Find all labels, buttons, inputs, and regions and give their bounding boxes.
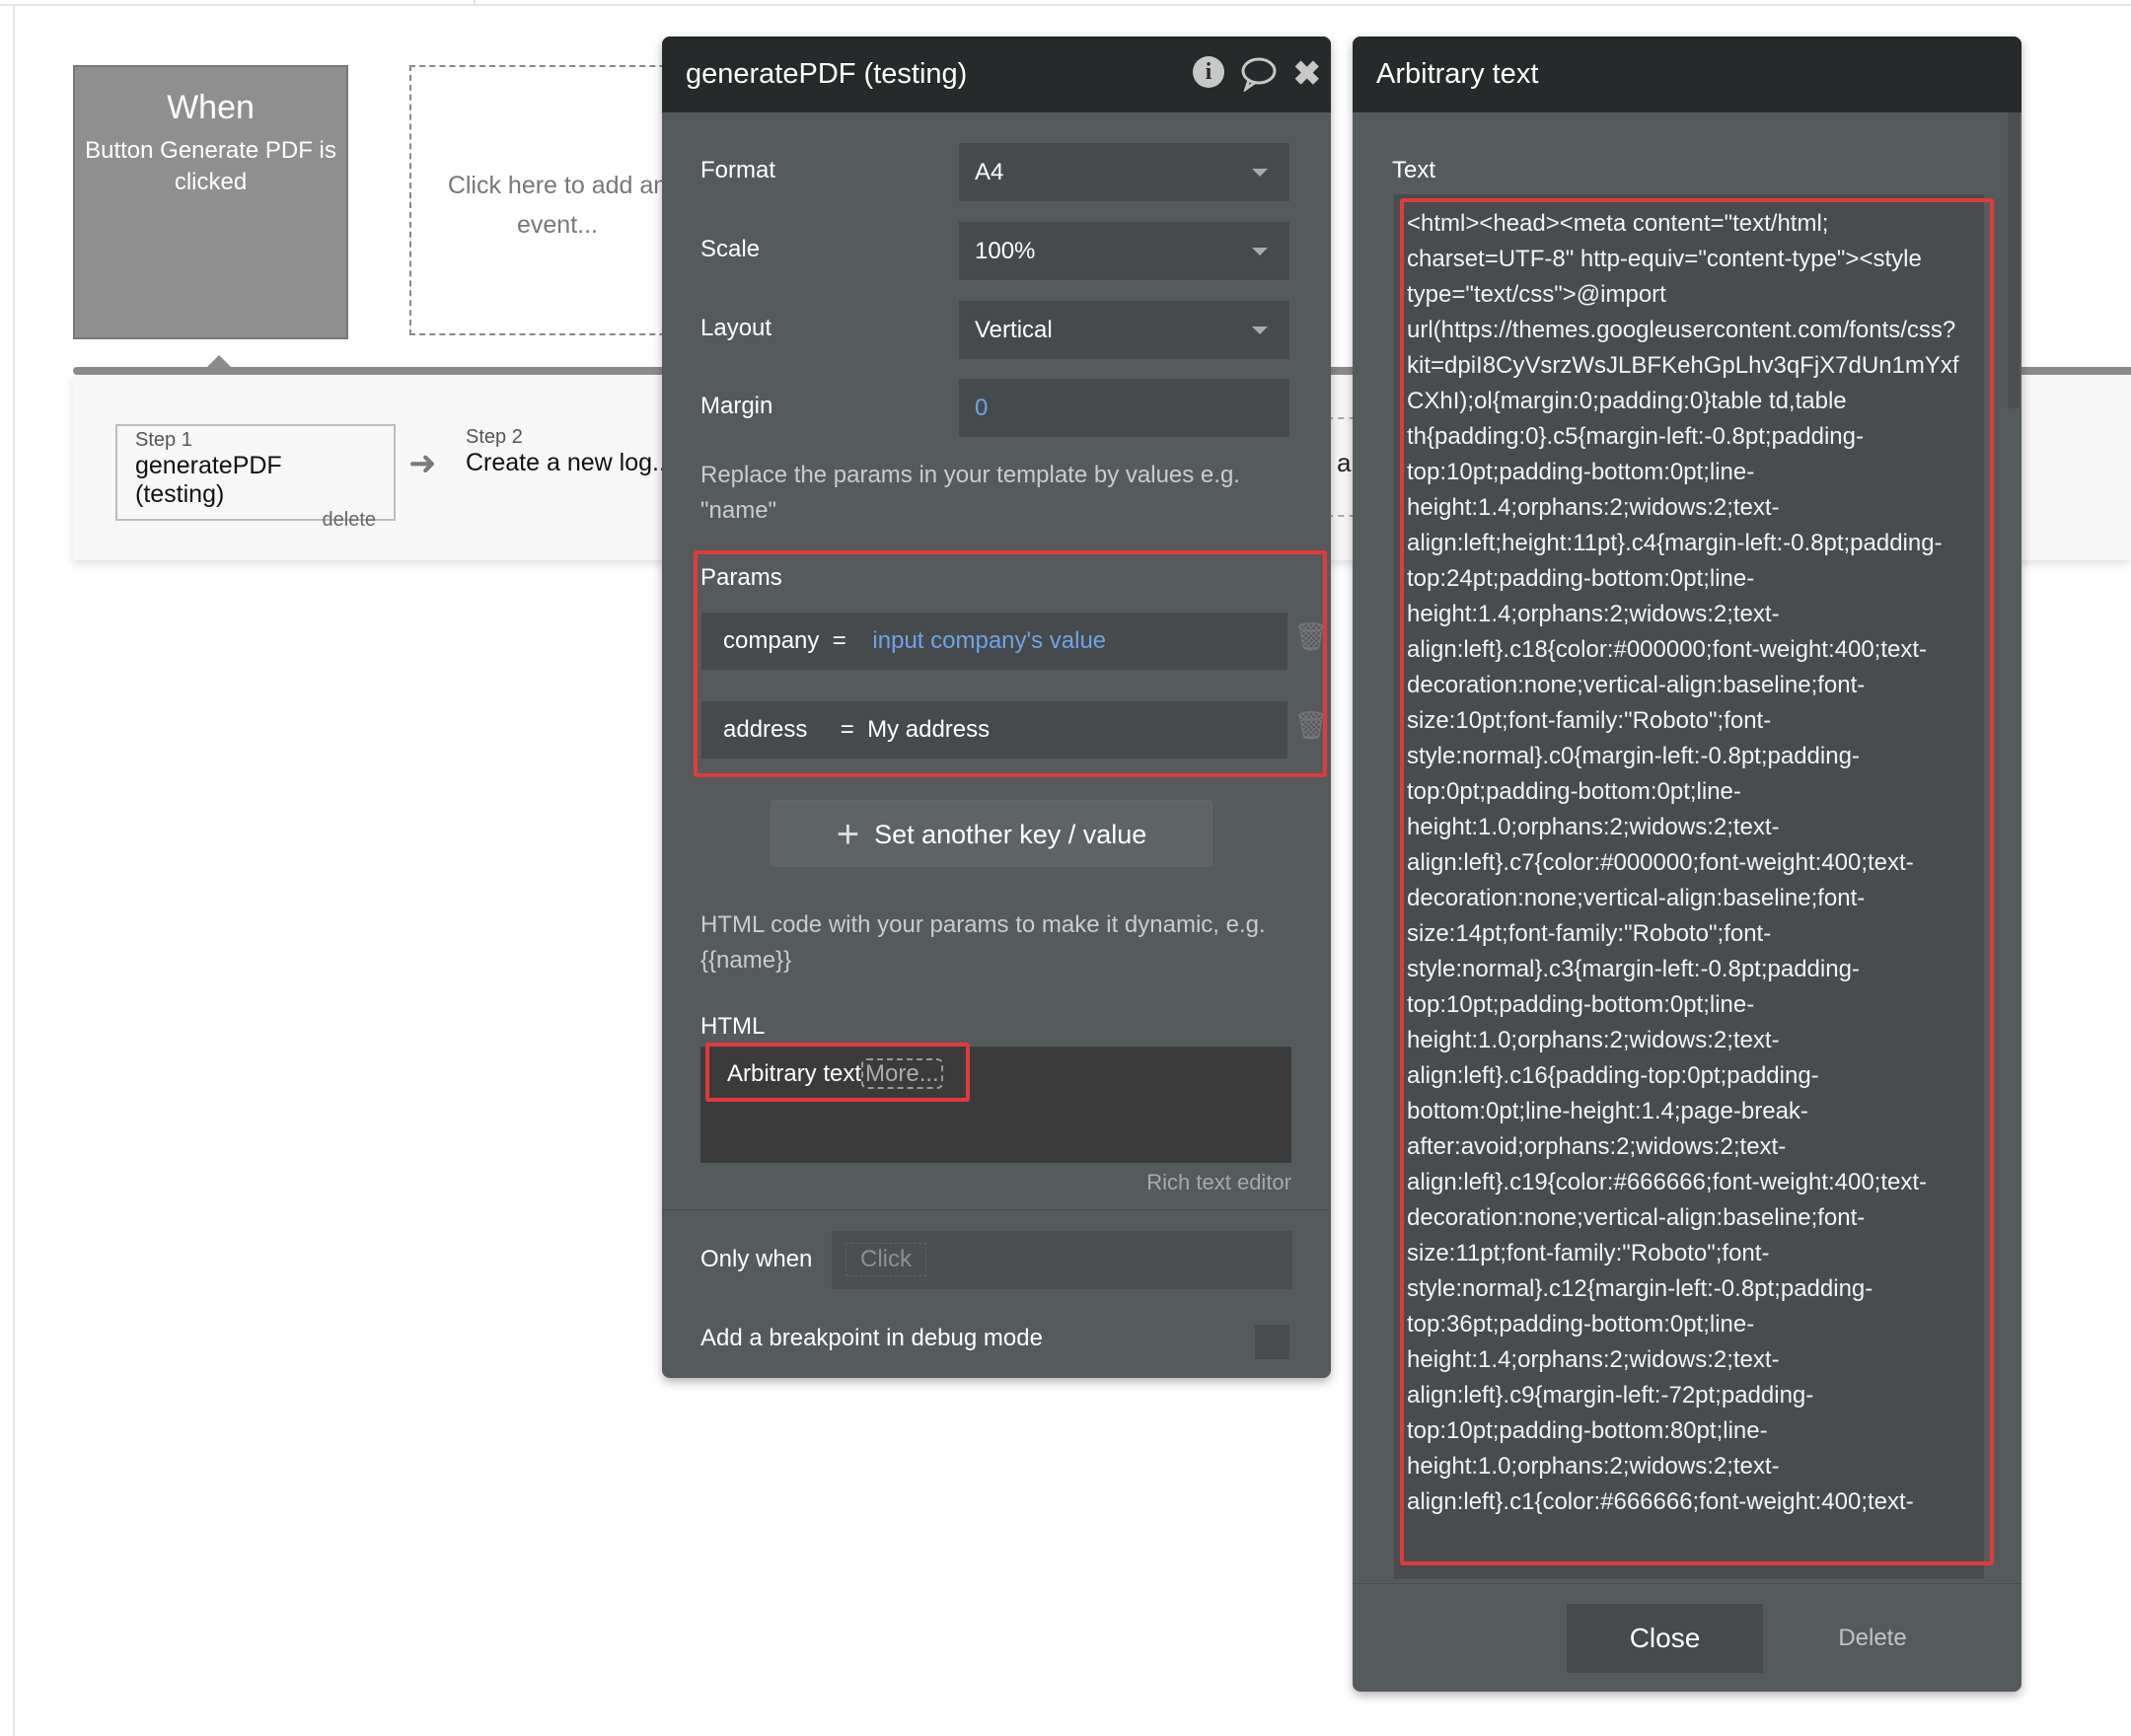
arbitrary-text-panel: Arbitrary text Text <html><head><meta co… bbox=[1353, 36, 2021, 1692]
panel-title: generatePDF (testing) bbox=[686, 58, 968, 90]
param-row-address[interactable]: address = My address bbox=[701, 701, 1287, 759]
plus-icon: + bbox=[836, 813, 860, 856]
scale-dropdown[interactable]: 100% bbox=[959, 222, 1289, 280]
scrollbar[interactable] bbox=[2008, 112, 2020, 408]
set-another-key-value-button[interactable]: + Set another key / value bbox=[771, 800, 1212, 867]
chevron-down-icon bbox=[1252, 326, 1268, 334]
action-properties-panel: generatePDF (testing) i ✖ Format A4 Scal… bbox=[662, 36, 1331, 1378]
info-icon[interactable]: i bbox=[1193, 56, 1224, 88]
text-label: Text bbox=[1392, 157, 1436, 183]
left-divider bbox=[13, 5, 15, 1736]
layout-value: Vertical bbox=[975, 317, 1053, 343]
breakpoint-label: Add a breakpoint in debug mode bbox=[700, 1325, 1043, 1351]
scale-value: 100% bbox=[975, 238, 1036, 264]
param-equals: = bbox=[832, 627, 846, 654]
trash-icon[interactable]: 🗑 bbox=[1293, 620, 1329, 653]
step-3-name-fragment: a bbox=[1337, 448, 1352, 477]
format-value: A4 bbox=[975, 159, 1004, 185]
param-key: address bbox=[723, 716, 808, 743]
html-hint: HTML code with your params to make it dy… bbox=[700, 911, 1266, 974]
only-when-label: Only when bbox=[700, 1246, 813, 1272]
arrow-right-icon: ➜ bbox=[408, 445, 437, 482]
param-value-dynamic[interactable]: input company's value bbox=[872, 627, 1106, 654]
chevron-down-icon bbox=[1252, 248, 1268, 255]
params-label: Params bbox=[700, 564, 782, 591]
delete-step-link[interactable]: delete bbox=[135, 509, 377, 532]
button-label: Set another key / value bbox=[874, 820, 1147, 849]
add-event-placeholder[interactable]: Click here to add an event... bbox=[409, 65, 705, 335]
event-pointer bbox=[205, 355, 233, 369]
top-separator bbox=[474, 0, 476, 5]
divider bbox=[1353, 1583, 2021, 1584]
format-label: Format bbox=[700, 157, 776, 183]
panel-header: Arbitrary text bbox=[1353, 36, 2021, 112]
divider bbox=[662, 1209, 1331, 1210]
event-subtitle: Button Generate PDF is clicked bbox=[85, 137, 336, 195]
panel-title: Arbitrary text bbox=[1376, 58, 1539, 90]
html-highlight bbox=[705, 1043, 970, 1102]
layout-dropdown[interactable]: Vertical bbox=[959, 301, 1289, 359]
step-label: Step 2 bbox=[466, 426, 523, 448]
only-when-input[interactable]: Click bbox=[832, 1231, 1292, 1289]
html-label: HTML bbox=[700, 1013, 766, 1040]
param-value[interactable]: My address bbox=[867, 716, 990, 743]
comment-icon[interactable] bbox=[1240, 56, 1278, 92]
top-divider bbox=[0, 4, 2131, 6]
step-label: Step 1 bbox=[135, 429, 192, 451]
trash-icon[interactable]: 🗑 bbox=[1293, 709, 1329, 742]
scale-label: Scale bbox=[700, 236, 761, 262]
close-button[interactable]: Close bbox=[1567, 1604, 1763, 1673]
margin-input[interactable]: 0 bbox=[959, 379, 1289, 437]
param-row-company[interactable]: company = input company's value bbox=[701, 613, 1287, 670]
delete-button[interactable]: Delete bbox=[1816, 1604, 1929, 1673]
event-title: When bbox=[167, 89, 255, 126]
step-name: generatePDF (testing) bbox=[135, 452, 282, 508]
breakpoint-checkbox[interactable] bbox=[1255, 1325, 1289, 1359]
close-icon[interactable]: ✖ bbox=[1293, 36, 1322, 112]
layout-label: Layout bbox=[700, 315, 772, 341]
step-2-card[interactable]: Step 2 Create a new log... bbox=[466, 426, 673, 477]
step-name: Create a new log... bbox=[466, 449, 673, 476]
panel-header: generatePDF (testing) i ✖ bbox=[662, 36, 1331, 112]
margin-label: Margin bbox=[700, 393, 773, 419]
only-when-placeholder: Click bbox=[845, 1243, 926, 1276]
param-key: company bbox=[723, 627, 820, 654]
chevron-down-icon bbox=[1252, 169, 1268, 177]
event-card[interactable]: When Button Generate PDF is clicked bbox=[73, 65, 348, 339]
format-dropdown[interactable]: A4 bbox=[959, 143, 1289, 201]
text-highlight bbox=[1400, 198, 1994, 1565]
param-equals: = bbox=[840, 716, 854, 743]
rich-text-editor-link[interactable]: Rich text editor bbox=[1146, 1165, 1291, 1200]
step-1-card[interactable]: Step 1 generatePDF (testing) delete bbox=[115, 424, 396, 531]
params-hint: Replace the params in your template by v… bbox=[700, 462, 1240, 524]
